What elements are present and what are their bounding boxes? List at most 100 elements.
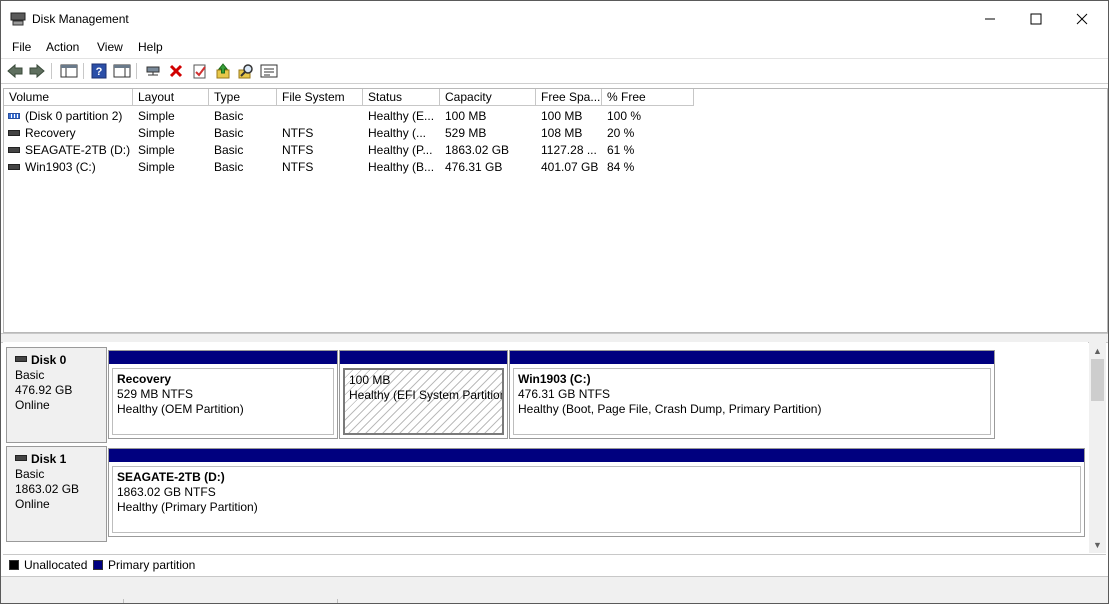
cell-capacity: 476.31 GB (445, 160, 503, 174)
forward-button[interactable] (27, 61, 47, 81)
forward-icon (29, 63, 45, 79)
settings-button[interactable] (259, 61, 279, 81)
menu-view[interactable]: View (97, 38, 123, 56)
partition-title: Recovery (117, 372, 172, 386)
find-button[interactable] (236, 61, 256, 81)
properties-pane-button[interactable] (112, 61, 132, 81)
table-row[interactable]: SEAGATE-2TB (D:) Simple Basic NTFS Healt… (4, 142, 704, 159)
disk-management-window: Disk Management File Action View Help ? (0, 0, 1109, 604)
show-hide-console-tree-icon (60, 64, 78, 78)
scroll-up-button[interactable]: ▲ (1089, 342, 1106, 359)
settings-icon (260, 64, 278, 78)
column-header-layout[interactable]: Layout (133, 89, 209, 106)
maximize-button[interactable] (1013, 1, 1059, 37)
title-bar: Disk Management (1, 1, 1108, 37)
partition-win1903[interactable]: Win1903 (C:) 476.31 GB NTFS Healthy (Boo… (509, 350, 995, 439)
cell-layout: Simple (138, 126, 175, 140)
partition-title: Win1903 (C:) (518, 372, 591, 386)
disk-view-scrollbar[interactable]: ▲ ▼ (1089, 342, 1106, 553)
cell-volume: SEAGATE-2TB (D:) (25, 143, 131, 157)
partition-efi-system[interactable]: 100 MB Healthy (EFI System Partition) (339, 350, 508, 439)
show-hide-console-tree-button[interactable] (59, 61, 79, 81)
cell-volume: Recovery (25, 126, 76, 140)
partition-size: 100 MB (349, 373, 391, 387)
partition-status: Healthy (EFI System Partition) (349, 388, 504, 402)
column-header-capacity[interactable]: Capacity (440, 89, 536, 106)
column-header-type[interactable]: Type (209, 89, 277, 106)
cell-status: Healthy (P... (368, 143, 433, 157)
minimize-button[interactable] (967, 1, 1013, 37)
help-button[interactable]: ? (89, 61, 109, 81)
window-title: Disk Management (32, 12, 129, 26)
connect-button[interactable] (143, 61, 163, 81)
cell-status: Healthy (B... (368, 160, 435, 174)
disk-icon (15, 455, 27, 461)
up-button[interactable] (213, 61, 233, 81)
disk-0-name: Disk 0 (31, 353, 67, 367)
cell-capacity: 1863.02 GB (445, 143, 510, 157)
back-button[interactable] (5, 61, 25, 81)
partition-status: Healthy (Boot, Page File, Crash Dump, Pr… (518, 402, 822, 416)
cell-capacity: 100 MB (445, 109, 487, 123)
cell-status: Healthy (E... (368, 109, 435, 123)
legend-unallocated: Unallocated (24, 558, 88, 572)
cell-type: Basic (214, 160, 244, 174)
cell-layout: Simple (138, 160, 175, 174)
column-header-free-space[interactable]: Free Spa... (536, 89, 602, 106)
menu-file[interactable]: File (12, 38, 31, 56)
scroll-thumb[interactable] (1091, 359, 1104, 401)
partition-seagate-2tb[interactable]: SEAGATE-2TB (D:) 1863.02 GB NTFS Healthy… (108, 448, 1085, 537)
disk-1-label[interactable]: Disk 1 Basic 1863.02 GB Online (6, 446, 107, 542)
disk-1-type: Basic (15, 467, 45, 481)
menu-action[interactable]: Action (46, 38, 79, 56)
cell-type: Basic (214, 126, 244, 140)
partition-size: 529 MB NTFS (117, 387, 194, 401)
properties-button[interactable] (190, 61, 210, 81)
partition-title: SEAGATE-2TB (D:) (117, 470, 225, 484)
delete-button[interactable] (166, 61, 186, 81)
status-bar-divider (337, 599, 338, 603)
minimize-icon (985, 18, 995, 20)
disk-0-label[interactable]: Disk 0 Basic 476.92 GB Online (6, 347, 107, 443)
cell-layout: Simple (138, 109, 175, 123)
disk-0-name-line: Disk 0 (15, 353, 106, 368)
volume-disk-icon (8, 164, 20, 170)
toolbar: ? (1, 58, 1108, 84)
table-row[interactable]: Win1903 (C:) Simple Basic NTFS Healthy (… (4, 159, 704, 176)
chevron-up-icon: ▲ (1093, 345, 1102, 356)
cell-percent-free: 100 % (607, 109, 642, 123)
properties-icon (193, 64, 206, 79)
column-header-status[interactable]: Status (363, 89, 440, 106)
status-bar-divider (123, 599, 124, 603)
primary-partition-bar (109, 351, 337, 364)
cell-volume: (Disk 0 partition 2) (25, 109, 123, 123)
disk-1-name-line: Disk 1 (15, 452, 106, 467)
scroll-down-button[interactable]: ▼ (1089, 536, 1106, 553)
partition-legend: Unallocated Primary partition (3, 554, 1106, 575)
legend-primary-partition: Primary partition (108, 558, 196, 572)
table-row[interactable]: Recovery Simple Basic NTFS Healthy (... … (4, 125, 704, 142)
cell-free-space: 1127.28 ... (541, 143, 597, 157)
table-row[interactable]: (Disk 0 partition 2) Simple Basic Health… (4, 108, 704, 125)
up-icon (216, 63, 230, 79)
svg-text:?: ? (96, 66, 103, 78)
disk-management-app-icon (10, 12, 26, 26)
primary-partition-bar (510, 351, 994, 364)
cell-percent-free: 61 % (607, 143, 635, 157)
volume-list: Volume Layout Type File System Status Ca… (3, 88, 1108, 333)
close-icon (1076, 13, 1088, 25)
menu-bar: File Action View Help (1, 37, 1108, 57)
disk-icon (15, 356, 27, 362)
disk-1-name: Disk 1 (31, 452, 67, 466)
disk-1-size: 1863.02 GB (15, 482, 80, 496)
menu-help[interactable]: Help (138, 38, 163, 56)
column-header-file-system[interactable]: File System (277, 89, 363, 106)
cell-percent-free: 84 % (607, 160, 635, 174)
close-button[interactable] (1059, 1, 1105, 37)
partition-seagate-body: SEAGATE-2TB (D:) 1863.02 GB NTFS Healthy… (112, 466, 1081, 533)
column-header-volume[interactable]: Volume (4, 89, 133, 106)
cell-file-system: NTFS (282, 160, 314, 174)
partition-recovery[interactable]: Recovery 529 MB NTFS Healthy (OEM Partit… (108, 350, 338, 439)
column-header-percent-free[interactable]: % Free (602, 89, 694, 106)
primary-partition-swatch (93, 560, 103, 570)
